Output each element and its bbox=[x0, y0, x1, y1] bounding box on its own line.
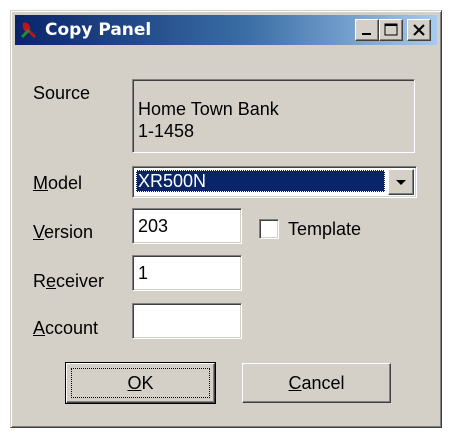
source-line-2: 1-1458 bbox=[138, 121, 195, 141]
source-display: Home Town Bank 1-1458 bbox=[132, 79, 415, 153]
model-label: Model bbox=[33, 173, 83, 193]
minimize-button[interactable] bbox=[355, 19, 379, 41]
copy-panel-dialog: Copy Panel Source Home Town Bank 1-1458 … bbox=[10, 10, 442, 428]
title-bar[interactable]: Copy Panel bbox=[15, 15, 437, 45]
close-button[interactable] bbox=[407, 19, 431, 41]
version-label: Version bbox=[33, 222, 94, 242]
account-input[interactable] bbox=[132, 303, 242, 339]
ok-button[interactable]: OK bbox=[65, 362, 216, 404]
source-line-1: Home Town Bank bbox=[138, 99, 279, 119]
focus-rect bbox=[71, 368, 210, 398]
receiver-label: Receiver bbox=[33, 271, 105, 291]
maximize-icon bbox=[384, 23, 398, 36]
minimize-icon bbox=[362, 33, 371, 35]
version-value: 203 bbox=[138, 216, 169, 236]
receiver-input[interactable]: 1 bbox=[132, 255, 242, 291]
source-label: Source bbox=[33, 83, 91, 103]
app-icon bbox=[20, 22, 36, 39]
template-label[interactable]: Template bbox=[288, 219, 361, 239]
chevron-down-icon bbox=[396, 180, 406, 185]
window-title: Copy Panel bbox=[45, 20, 152, 40]
receiver-value: 1 bbox=[138, 263, 149, 283]
version-input[interactable]: 203 bbox=[132, 208, 242, 244]
template-checkbox[interactable] bbox=[259, 219, 279, 239]
model-select[interactable]: XR500N bbox=[132, 166, 417, 198]
cancel-button[interactable]: Cancel bbox=[242, 363, 391, 403]
model-selected-value: XR500N bbox=[136, 170, 385, 192]
maximize-button[interactable] bbox=[379, 19, 403, 41]
model-dropdown-button[interactable] bbox=[388, 169, 414, 195]
account-label: Account bbox=[33, 318, 99, 338]
close-icon bbox=[413, 24, 425, 36]
